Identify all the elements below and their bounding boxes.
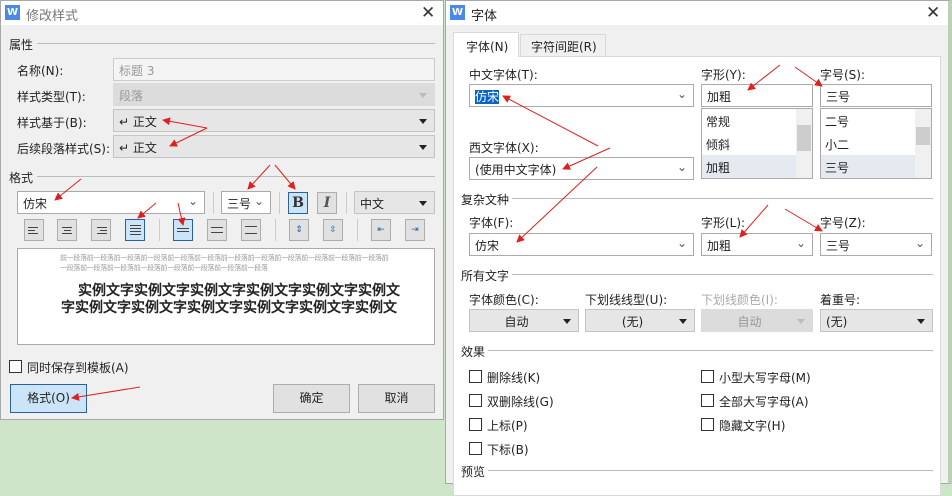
arrow: [562, 147, 611, 170]
arrow: [739, 204, 769, 238]
arrow: [747, 64, 781, 91]
annotation-arrows: [54, 64, 823, 401]
arrow: [162, 117, 208, 129]
arrow: [502, 95, 599, 147]
arrow: [794, 66, 823, 87]
arrow: [274, 164, 296, 190]
arrow: [784, 208, 823, 232]
arrow: [71, 386, 141, 401]
arrow: [169, 127, 208, 147]
arrow: [247, 164, 271, 190]
arrow: [54, 178, 82, 201]
arrow: [137, 202, 157, 219]
arrow: [516, 166, 598, 243]
arrow: [177, 202, 186, 226]
